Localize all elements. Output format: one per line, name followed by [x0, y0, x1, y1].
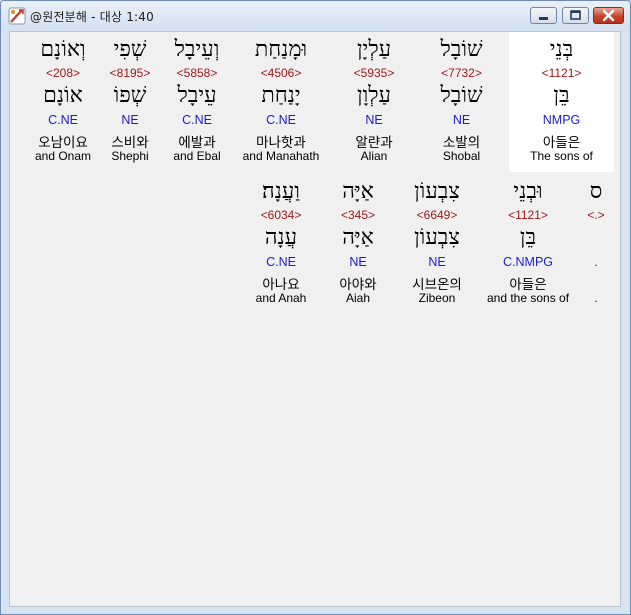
english-gloss: Alian: [360, 149, 388, 163]
english-gloss: .: [594, 291, 598, 305]
grammar-code: C.NMPG: [503, 255, 553, 269]
close-button[interactable]: [593, 7, 624, 24]
grammar-code: NE: [121, 113, 139, 127]
word-cell[interactable]: ס <.> . .: [578, 174, 614, 314]
grammar-code: NE: [452, 113, 471, 127]
korean-gloss: 오남이요: [38, 135, 88, 151]
lexical-form: עֵיבָל: [177, 83, 217, 108]
grammar-code: NMPG: [542, 113, 581, 127]
lexical-form: עֲנָה: [264, 225, 298, 250]
grammar-code: C.NE: [48, 113, 78, 127]
strong-number: <4506>: [260, 66, 302, 80]
korean-gloss: 아야와: [339, 277, 377, 293]
word-cell[interactable]: עַלְיָן <5935> עַלְוָן NE 알랸과 Alian: [330, 32, 418, 172]
hebrew-word: וּבְנֵי: [513, 179, 543, 204]
english-gloss: and Anah: [255, 291, 307, 305]
grammar-code: .: [594, 255, 598, 269]
english-gloss: and Ebal: [173, 149, 221, 163]
korean-gloss: 아나요: [262, 277, 300, 293]
korean-gloss: 에발과: [178, 135, 216, 151]
strong-number: <5858>: [176, 66, 218, 80]
korean-gloss: 아들은: [542, 135, 581, 151]
korean-gloss: 시브온의: [412, 277, 462, 293]
english-gloss: Shephi: [111, 149, 149, 163]
english-gloss: The sons of: [530, 149, 593, 163]
hebrew-word: שׁוֹבָל: [440, 37, 483, 62]
grammar-code: C.NE: [182, 113, 212, 127]
lexical-form: צִבְעוֹן: [414, 225, 460, 250]
interlinear-view[interactable]: בְּנֵי <1121> בֵּן NMPG 아들은 The sons of …: [9, 31, 621, 607]
english-gloss: and Onam: [34, 149, 92, 163]
lexical-form: אוֹנָם: [43, 83, 83, 108]
hebrew-word: צִבְעוֹן: [414, 179, 460, 204]
strong-number: <7732>: [441, 66, 482, 80]
strong-number: <208>: [45, 66, 81, 80]
word-cell[interactable]: וְעֵיבָל <5858> עֵיבָל C.NE 에발과 and Ebal: [160, 32, 234, 172]
app-icon: [8, 7, 26, 25]
title-bar[interactable]: @원전분해 - 대상 1:40: [1, 1, 630, 31]
hebrew-word: שְׁפִי: [113, 37, 147, 62]
lexical-form: שְׁפוֹ: [113, 83, 147, 108]
strong-number: <.>: [587, 208, 605, 222]
hebrew-word: וַעֲנָה׃: [262, 179, 300, 204]
english-gloss: Aiah: [345, 291, 371, 305]
strong-number: <345>: [340, 208, 376, 222]
strong-number: <6649>: [416, 208, 458, 222]
lexical-form: בֵּן: [519, 225, 537, 250]
word-cell[interactable]: וַעֲנָה׃ <6034> עֲנָה C.NE 아나요 and Anah: [245, 174, 317, 314]
word-cell[interactable]: שׁוֹבָל <7732> שׁוֹבָל NE 소발의 Shobal: [414, 32, 509, 172]
grammar-code: NE: [349, 255, 367, 269]
grammar-code: C.NE: [266, 113, 296, 127]
window-title: @원전분해 - 대상 1:40: [30, 10, 154, 24]
lexical-form: עַלְוָן: [357, 83, 391, 108]
app-window: @원전분해 - 대상 1:40 בְּנֵי <1121> בֵּן NMPG …: [0, 0, 631, 615]
korean-gloss: 소발의: [442, 135, 481, 151]
english-gloss: and Manahath: [242, 149, 320, 163]
korean-gloss: 마나핫과: [256, 135, 306, 151]
english-gloss: Zibeon: [418, 291, 456, 305]
lexical-form: שׁוֹבָל: [440, 83, 483, 108]
korean-gloss: 스비와: [111, 135, 149, 151]
strong-number: <8195>: [109, 66, 151, 80]
korean-gloss: 아들은: [509, 277, 547, 293]
grammar-code: NE: [365, 113, 383, 127]
hebrew-word: וְאוֹנָם: [40, 37, 86, 62]
word-cell[interactable]: אַיָּה <345> אַיָּה NE 아야와 Aiah: [325, 174, 391, 314]
lexical-form: יָנַחַת: [261, 83, 301, 108]
word-cell[interactable]: צִבְעוֹן <6649> צִבְעוֹן NE 시브온의 Zibeon: [397, 174, 477, 314]
hebrew-word: בְּנֵי: [549, 37, 574, 62]
minimize-icon: [539, 17, 548, 20]
maximize-button[interactable]: [562, 7, 589, 24]
maximize-icon: [570, 10, 581, 20]
hebrew-word: וּמָנַחַת: [254, 37, 308, 62]
english-gloss: and the sons of: [486, 291, 570, 305]
korean-gloss: 알랸과: [355, 135, 393, 151]
word-cell[interactable]: בְּנֵי <1121> בֵּן NMPG 아들은 The sons of: [509, 32, 614, 172]
hebrew-word: ס: [589, 179, 603, 204]
strong-number: <1121>: [541, 66, 582, 80]
hebrew-word: וְעֵיבָל: [174, 37, 220, 62]
lexical-form: אַיָּה: [342, 225, 374, 250]
strong-number: <6034>: [260, 208, 302, 222]
lexical-form: בֵּן: [553, 83, 570, 108]
word-cell[interactable]: וּמָנַחַת <4506> יָנַחַת C.NE 마나핫과 and M…: [237, 32, 325, 172]
word-cell[interactable]: וּבְנֵי <1121> בֵּן C.NMPG 아들은 and the s…: [480, 174, 576, 314]
word-cell[interactable]: וְאוֹנָם <208> אוֹנָם C.NE 오남이요 and Onam: [28, 32, 98, 172]
strong-number: <1121>: [508, 208, 548, 222]
english-gloss: Shobal: [442, 149, 481, 163]
hebrew-word: אַיָּה: [342, 179, 374, 204]
minimize-button[interactable]: [530, 7, 557, 24]
hebrew-word: עַלְיָן: [356, 37, 392, 62]
grammar-code: C.NE: [266, 255, 296, 269]
close-icon: [602, 9, 615, 22]
strong-number: <5935>: [353, 66, 395, 80]
grammar-code: NE: [428, 255, 446, 269]
word-cell[interactable]: שְׁפִי <8195> שְׁפוֹ NE 스비와 Shephi: [99, 32, 161, 172]
